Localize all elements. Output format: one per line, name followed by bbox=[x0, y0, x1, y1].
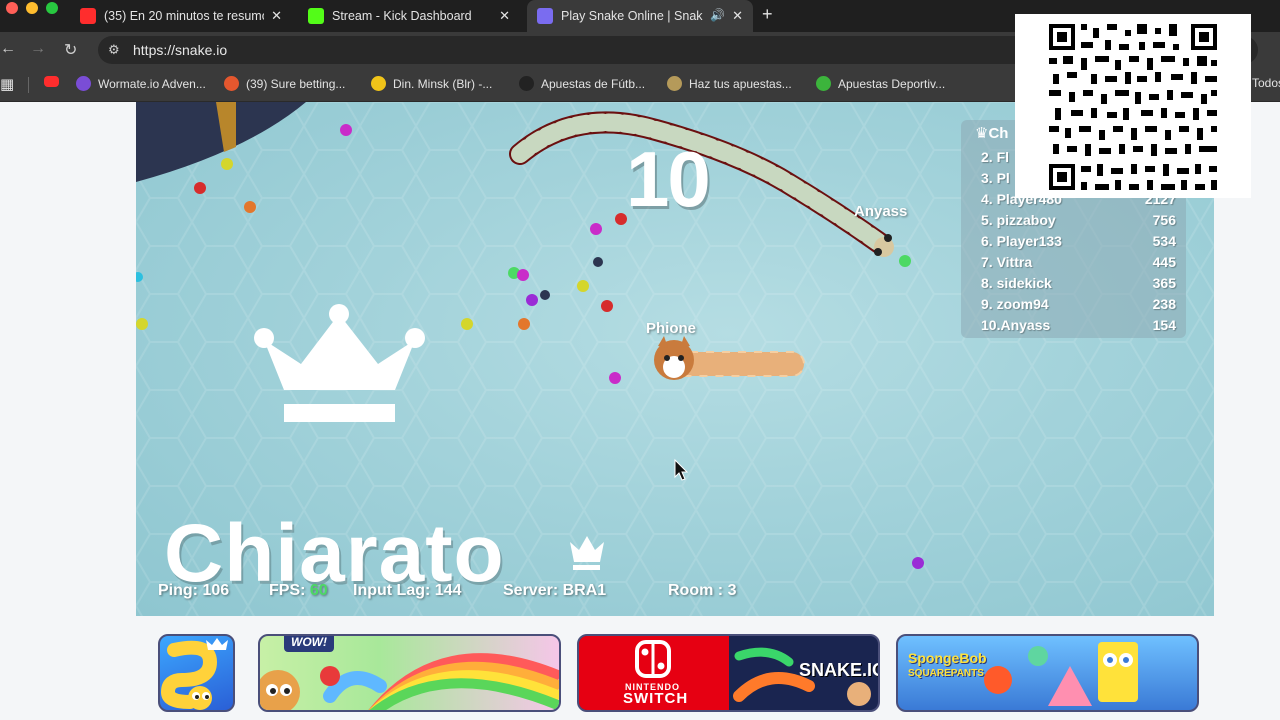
countdown-number: 10 bbox=[626, 135, 711, 223]
bookmark-all[interactable]: Todos bbox=[1252, 76, 1280, 90]
leaderboard-row: 7. Vittra 445 bbox=[981, 254, 1176, 270]
bet-icon bbox=[519, 76, 534, 91]
window-minimize-button[interactable] bbox=[26, 2, 38, 14]
switch-text: SWITCH bbox=[623, 690, 689, 707]
divider bbox=[28, 77, 29, 93]
speaker-icon[interactable]: 🔊 bbox=[710, 8, 725, 22]
input-lag-value: 144 bbox=[434, 582, 462, 599]
input-lag-stat: Input Lag: 144 bbox=[353, 582, 462, 599]
bookmark-label: Din. Minsk (Blr) -... bbox=[393, 76, 493, 91]
reload-icon[interactable]: ↻ bbox=[64, 40, 77, 60]
football-icon bbox=[371, 76, 386, 91]
bookmark-label: Apuestas de Fútb... bbox=[541, 76, 646, 91]
horse-icon bbox=[667, 76, 682, 91]
leaderboard-row: 9. zoom94 238 bbox=[981, 296, 1176, 312]
check-circle-icon bbox=[816, 76, 831, 91]
bookmark-apuestas-deportivas[interactable]: Apuestas Deportiv... bbox=[816, 76, 945, 91]
sure-betting-icon bbox=[224, 76, 239, 91]
nintendo-switch-promo[interactable]: NINTENDO SWITCH SNAKE.IO bbox=[577, 634, 880, 712]
window-maximize-button[interactable] bbox=[46, 2, 58, 14]
squarepants-logo: SQUAREPANTS bbox=[908, 668, 984, 679]
bookmark-haz-apuestas[interactable]: Haz tus apuestas... bbox=[667, 76, 792, 91]
bookmark-label: Apuestas Deportiv... bbox=[838, 76, 946, 91]
bookmark-din-minsk[interactable]: Din. Minsk (Blr) -... bbox=[371, 76, 492, 91]
qr-code-icon bbox=[1049, 24, 1217, 190]
tab-kick[interactable]: Stream - Kick Dashboard ✕ bbox=[298, 0, 520, 32]
site-settings-icon[interactable]: ⚙ bbox=[108, 42, 120, 58]
youtube-bookmark-icon[interactable] bbox=[44, 76, 66, 87]
qr-code-overlay bbox=[1015, 14, 1251, 198]
bookmark-wormate[interactable]: Wormate.io Adven... bbox=[76, 76, 206, 91]
fps-stat: FPS: 60 bbox=[269, 582, 328, 599]
back-icon[interactable]: ← bbox=[0, 40, 16, 58]
tab-title: (35) En 20 minutos te resumo bbox=[104, 9, 264, 23]
tab-snake-io[interactable]: Play Snake Online | Snake 🔊 ✕ bbox=[527, 0, 753, 32]
server-stat: Server: BRA1 bbox=[503, 582, 607, 599]
tab-youtube[interactable]: (35) En 20 minutos te resumo ✕ bbox=[70, 0, 292, 32]
snake-io-icon bbox=[537, 8, 553, 24]
spongebob-logo: SpongeBob bbox=[908, 650, 987, 666]
snake-app-icon bbox=[160, 638, 228, 710]
forward-icon[interactable]: → bbox=[30, 40, 46, 58]
fps-value: 60 bbox=[309, 582, 328, 599]
bookmark-label: Wormate.io Adven... bbox=[98, 76, 206, 91]
youtube-icon bbox=[44, 76, 59, 87]
snake-io-app-promo[interactable] bbox=[158, 634, 235, 712]
leaderboard-row: 8. sidekick 365 bbox=[981, 275, 1176, 291]
kick-icon bbox=[308, 8, 324, 24]
apps-grid-icon[interactable]: ▦ bbox=[0, 75, 14, 93]
youtube-icon bbox=[80, 8, 96, 24]
wow-badge: WOW! bbox=[284, 636, 334, 652]
room-value: 3 bbox=[727, 582, 737, 599]
tab-title: Play Snake Online | Snake bbox=[561, 9, 703, 23]
crown-icon: ♛ bbox=[975, 125, 989, 142]
room-stat: Room : 3 bbox=[668, 582, 737, 599]
bookmark-apuestas-futbol[interactable]: Apuestas de Fútb... bbox=[519, 76, 645, 91]
spongebob-promo[interactable]: SpongeBob SQUAREPANTS bbox=[896, 634, 1199, 712]
bookmark-label: Haz tus apuestas... bbox=[689, 76, 792, 91]
ping-value: 106 bbox=[202, 582, 230, 599]
tab-title: Stream - Kick Dashboard bbox=[332, 9, 472, 23]
leaderboard-row: 6. Player133 534 bbox=[981, 233, 1176, 249]
close-icon[interactable]: ✕ bbox=[499, 8, 510, 24]
close-icon[interactable]: ✕ bbox=[271, 8, 282, 24]
bookmark-label: Todos bbox=[1252, 76, 1280, 90]
leaderboard-row: 10.Anyass 154 bbox=[981, 317, 1176, 333]
ping-stat: Ping: 106 bbox=[158, 582, 230, 599]
wow-rainbow-promo[interactable]: WOW! bbox=[258, 634, 561, 712]
server-value: BRA1 bbox=[562, 582, 607, 599]
snake-name-phione: Phione bbox=[646, 320, 697, 337]
snake-io-logo: SNAKE.IO bbox=[799, 660, 880, 680]
new-tab-button[interactable]: + bbox=[762, 4, 773, 25]
snake-name-anyass: Anyass bbox=[854, 203, 908, 220]
leaderboard-title: ♛Ch bbox=[975, 125, 1009, 142]
leaderboard-row: 5. pizzaboy 756 bbox=[981, 212, 1176, 228]
window-close-button[interactable] bbox=[6, 2, 18, 14]
bookmark-label: (39) Sure betting... bbox=[246, 76, 346, 91]
url-text[interactable]: https://snake.io bbox=[133, 42, 227, 58]
wormate-icon bbox=[76, 76, 91, 91]
close-icon[interactable]: ✕ bbox=[732, 8, 743, 24]
bookmark-sure-betting[interactable]: (39) Sure betting... bbox=[224, 76, 345, 91]
